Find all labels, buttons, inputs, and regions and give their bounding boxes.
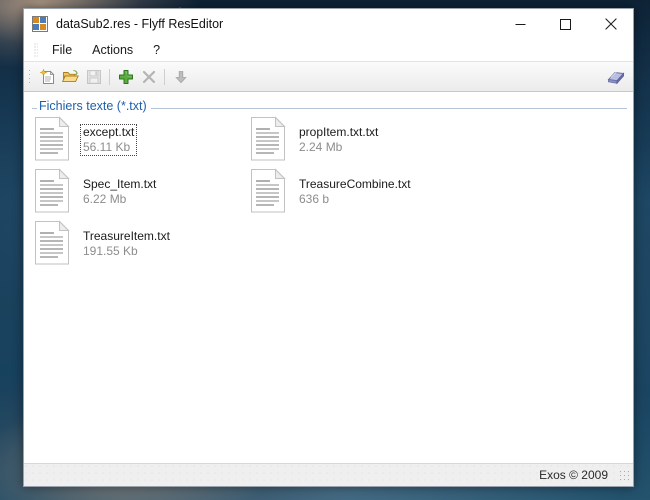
book-icon (607, 71, 624, 84)
text-file-icon (35, 116, 70, 161)
text-file-icon (35, 168, 70, 213)
toolbar-separator-2 (164, 68, 165, 85)
minimize-icon (515, 23, 526, 25)
file-label[interactable]: TreasureItem.txt 191.55 Kb (80, 228, 173, 260)
remove-item-button[interactable] (137, 65, 160, 88)
export-button[interactable] (169, 65, 192, 88)
file-list-item[interactable]: except.txt 56.11 Kb (34, 116, 244, 166)
text-file-icon (251, 116, 286, 161)
application-window: dataSub2.res - Flyff ResEditor File Acti… (23, 8, 634, 487)
client-area: Fichiers texte (*.txt) except.txt 56.11 K… (24, 92, 633, 463)
window-controls (498, 9, 633, 39)
down-arrow-icon (174, 70, 187, 83)
minimize-button[interactable] (498, 9, 543, 39)
file-list-item[interactable]: TreasureItem.txt 191.55 Kb (34, 220, 244, 270)
maximize-button[interactable] (543, 9, 588, 39)
file-label[interactable]: Spec_Item.txt 6.22 Mb (80, 176, 159, 208)
groupbox-label: Fichiers texte (*.txt) (37, 99, 151, 113)
close-button[interactable] (588, 9, 633, 39)
about-book-button[interactable] (604, 65, 627, 88)
save-file-button[interactable] (82, 65, 105, 88)
file-list-item[interactable]: propItem.txt.txt 2.24 Mb (250, 116, 460, 166)
menu-help[interactable]: ? (143, 40, 170, 60)
file-list-item[interactable]: TreasureCombine.txt 636 b (250, 168, 460, 218)
resize-grip-icon[interactable] (618, 469, 630, 481)
file-label[interactable]: propItem.txt.txt 2.24 Mb (296, 124, 381, 156)
file-label-selected[interactable]: except.txt 56.11 Kb (80, 124, 138, 156)
tool-bar (24, 61, 633, 92)
file-name: TreasureCombine.txt (299, 177, 411, 191)
file-size: 636 b (299, 192, 330, 206)
open-file-button[interactable] (59, 65, 82, 88)
file-size: 2.24 Mb (299, 140, 343, 154)
file-name: Spec_Item.txt (83, 177, 157, 191)
maximize-icon (560, 18, 571, 30)
menu-file[interactable]: File (42, 40, 82, 60)
text-file-icon (34, 220, 70, 265)
gray-x-icon (142, 70, 155, 83)
file-name: except.txt (83, 125, 135, 139)
toolbar-separator-1 (109, 68, 110, 85)
save-diskette-icon (86, 69, 101, 84)
toolbar-drag-grip[interactable] (28, 68, 33, 85)
file-name: TreasureItem.txt (83, 229, 170, 243)
menu-drag-grip[interactable] (34, 43, 38, 57)
green-plus-icon (118, 69, 133, 84)
file-list-item[interactable]: Spec_Item.txt 6.22 Mb (34, 168, 244, 218)
file-size: 6.22 Mb (83, 192, 127, 206)
text-file-icon (35, 220, 70, 265)
file-size: 191.55 Kb (83, 244, 138, 258)
open-folder-icon (61, 69, 79, 82)
status-bar: Exos © 2009 (24, 463, 633, 486)
window-title: dataSub2.res - Flyff ResEditor (56, 17, 224, 31)
text-file-icon (251, 168, 286, 213)
file-size: 56.11 Kb (83, 140, 131, 154)
text-file-icon (250, 116, 286, 161)
new-document-icon (39, 68, 54, 84)
new-file-button[interactable] (36, 65, 59, 88)
menu-actions[interactable]: Actions (82, 40, 143, 60)
file-name: propItem.txt.txt (299, 125, 379, 139)
vs-app-icon (32, 16, 48, 32)
close-icon (604, 18, 617, 30)
add-item-button[interactable] (114, 65, 137, 88)
text-file-icon (34, 168, 70, 213)
text-file-icon (34, 116, 70, 161)
title-bar[interactable]: dataSub2.res - Flyff ResEditor (24, 9, 633, 39)
file-list: except.txt 56.11 Kb propItem.txt.txt 2.24 … (34, 116, 627, 463)
text-file-icon (250, 168, 286, 213)
status-copyright-text: Exos © 2009 (539, 468, 608, 482)
file-label[interactable]: TreasureCombine.txt 636 b (296, 176, 414, 208)
menu-bar: File Actions ? (24, 39, 633, 61)
